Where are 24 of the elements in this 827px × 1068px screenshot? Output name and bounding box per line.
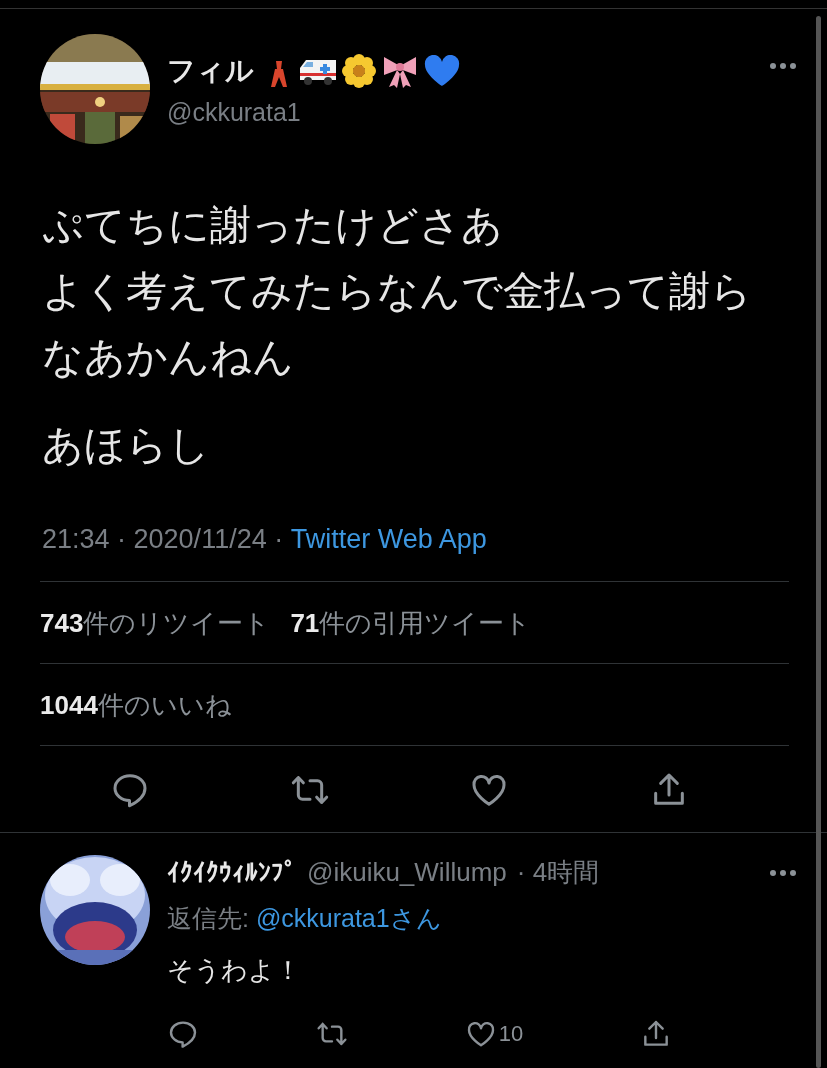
heart-icon xyxy=(424,54,460,87)
flower-icon xyxy=(342,53,376,88)
mention-link[interactable]: @ckkurata1さん xyxy=(255,902,442,935)
tweet-text-line: なあかんねん xyxy=(42,332,294,383)
more-icon[interactable] xyxy=(769,868,797,877)
reply-to-label: 返信先: xyxy=(167,903,250,934)
timestamp: 21:34 · 2020/11/24 · xyxy=(42,524,285,555)
display-name: ｲｸｲｸｳｨﾙﾝﾌﾟ xyxy=(167,858,297,887)
user-handle: @ikuiku_Willump xyxy=(307,857,507,888)
more-icon[interactable] xyxy=(769,62,797,70)
reply-icon[interactable] xyxy=(167,1018,199,1050)
display-name: フィル xyxy=(167,52,254,89)
tweet-text-line: ぷてちに謝ったけどさあ xyxy=(42,200,503,251)
tweet-text: あほらし xyxy=(42,420,211,471)
timestamp: · 4時間 xyxy=(516,856,601,889)
reply-text: そうわよ！ xyxy=(167,954,302,987)
like-count: 10 xyxy=(498,1021,524,1047)
retweet-count[interactable]: 743件のリツイート xyxy=(40,606,271,641)
retweet-count[interactable]: 71件の引用ツイート xyxy=(290,606,532,641)
source-link[interactable]: Twitter Web App xyxy=(290,524,487,555)
tweet-text-line: よく考えてみたらなんで金払って謝ら xyxy=(42,266,752,317)
like-count[interactable]: 1044件のいいね xyxy=(40,688,232,723)
scroll-bar[interactable] xyxy=(816,16,821,1068)
user-handle: @ckkurata1 xyxy=(167,97,302,127)
